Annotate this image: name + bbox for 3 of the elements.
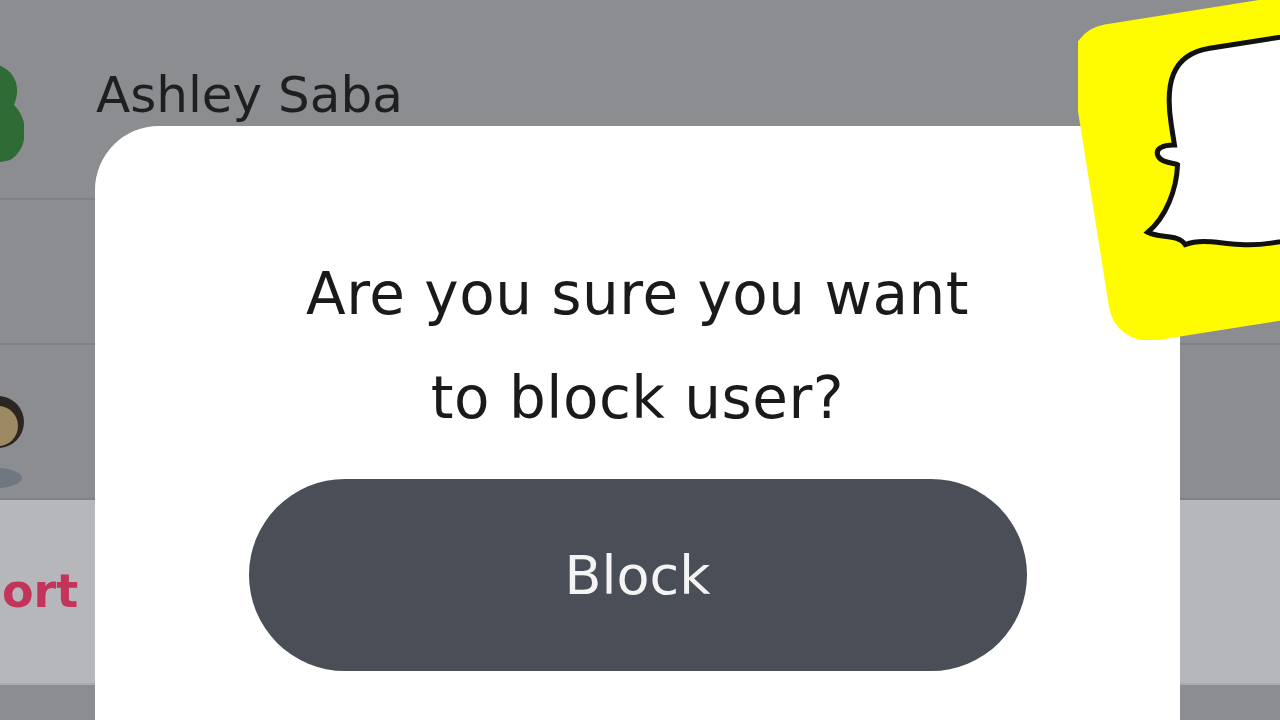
contact-name: Ashley Saba	[96, 68, 403, 123]
dialog-title: Are you sure you want to block user?	[305, 259, 970, 434]
block-button[interactable]: Block	[248, 479, 1027, 671]
